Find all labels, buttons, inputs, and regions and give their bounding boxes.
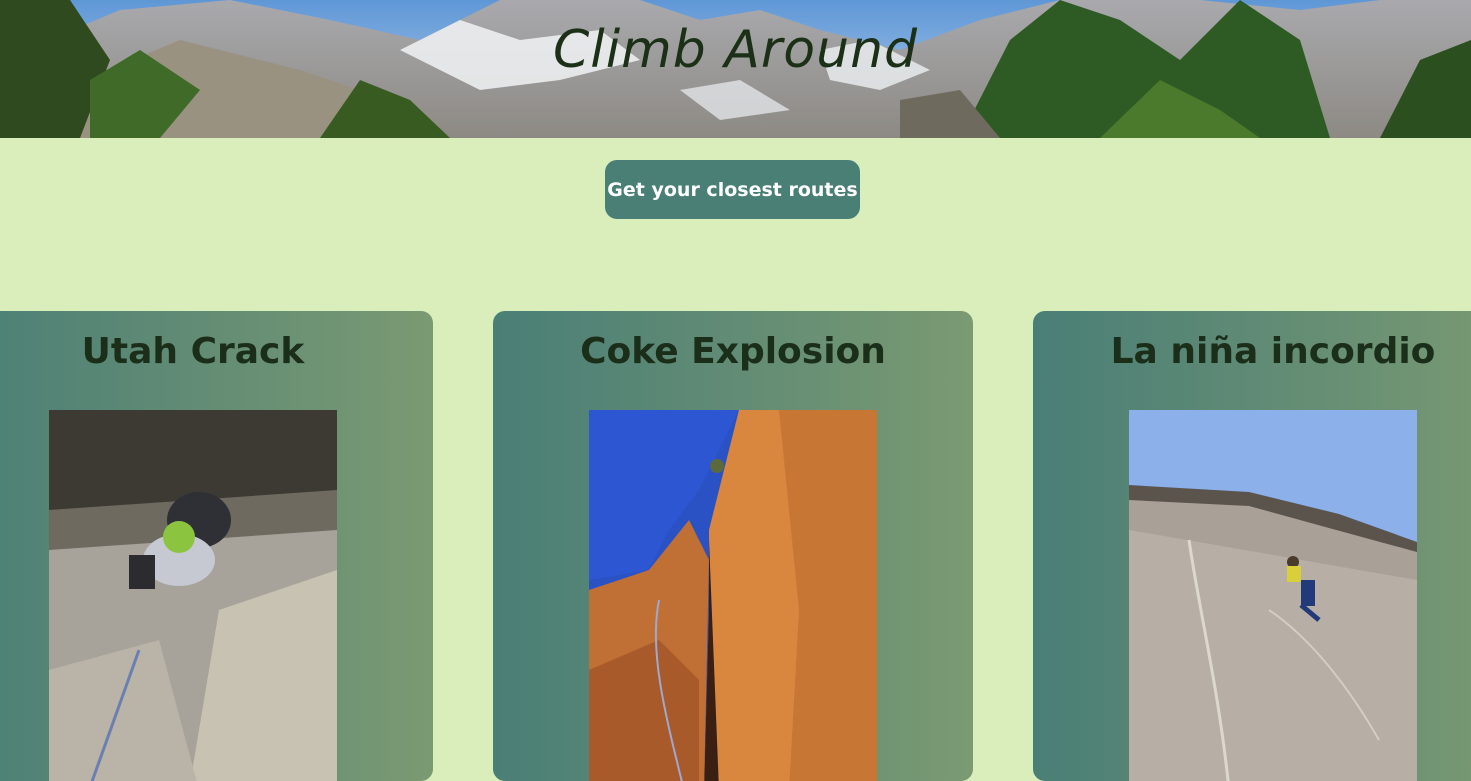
route-photo [49, 410, 337, 781]
route-photo [589, 410, 877, 781]
site-title: Climb Around [552, 20, 919, 80]
route-name: Utah Crack [81, 331, 305, 372]
get-closest-routes-button[interactable]: Get your closest routes [605, 160, 860, 219]
route-name: Coke Explosion [580, 331, 886, 372]
orange-sandstone-crack-image [589, 410, 877, 781]
route-photo [1129, 410, 1417, 781]
granite-slab-climber-image [1129, 410, 1417, 781]
route-card[interactable]: Utah Crack [0, 311, 433, 781]
route-card[interactable]: La niña incordio [1033, 311, 1471, 781]
climber-on-gray-slab-image [49, 410, 337, 781]
route-card[interactable]: Coke Explosion [493, 311, 973, 781]
hero-banner: Climb Around [0, 0, 1471, 138]
route-name: La niña incordio [1110, 331, 1436, 372]
